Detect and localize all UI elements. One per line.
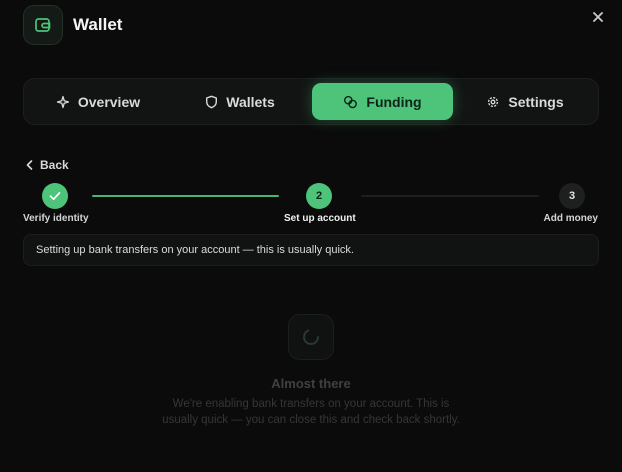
step-connector-pending [361,195,539,197]
step-2-circle: 2 [306,183,332,209]
sparkle-icon [56,95,70,108]
close-button[interactable] [590,9,606,25]
status-banner: Setting up bank transfers on your accoun… [23,234,599,266]
loading-title: Almost there [271,376,351,391]
progress-stepper: 2 3 Verify identity Set up account Add m… [0,180,622,230]
step-3-label: Add money [543,213,598,224]
loading-description: We're enabling bank transfers on your ac… [162,398,460,426]
back-label: Back [40,158,69,172]
spinner-icon [303,329,319,345]
gear-icon [488,96,499,107]
tab-bar: Overview Wallets Funding Settings [23,78,599,125]
tab-funding[interactable]: Funding [312,83,453,120]
tab-settings[interactable]: Settings [455,83,595,120]
coins-icon [344,95,358,108]
wallet-logo [23,5,63,45]
tab-wallets[interactable]: Wallets [170,83,310,120]
status-message: Setting up bank transfers on your accoun… [36,244,354,256]
tab-settings-label: Settings [508,93,564,110]
loading-spinner [288,314,334,360]
page-title: Wallet [73,15,123,34]
step-connector-complete [92,195,279,197]
back-button[interactable]: Back [26,156,69,174]
checkmark-icon [49,191,61,201]
tab-overview[interactable]: Overview [28,83,168,120]
chevron-left-icon [26,160,33,170]
tab-wallets-label: Wallets [226,93,275,110]
close-icon [593,12,603,22]
tab-funding-label: Funding [366,93,422,110]
wallet-icon [35,18,51,32]
step-2-label: Set up account [284,213,356,224]
shield-icon [206,95,218,108]
step-1-label: Verify identity [23,213,89,224]
step-1-circle [42,183,68,209]
step-3-circle: 3 [559,183,585,209]
header: Wallet [23,5,122,45]
tab-overview-label: Overview [77,93,141,110]
